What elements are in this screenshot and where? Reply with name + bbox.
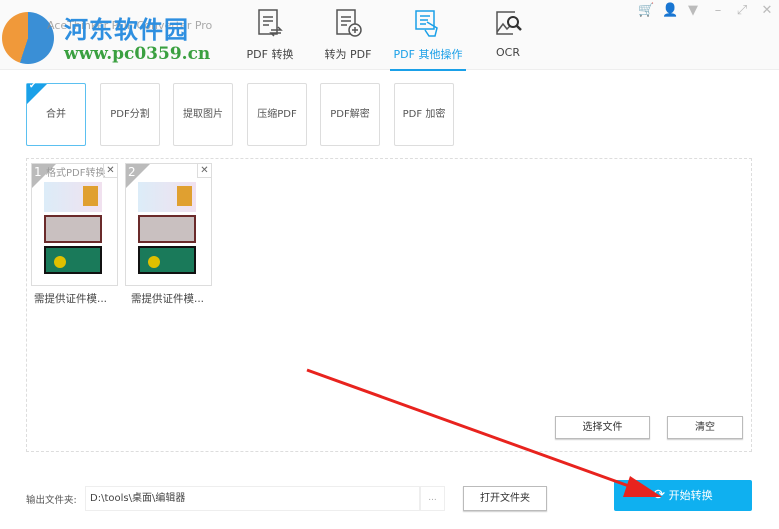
page-thumbnail <box>138 178 196 274</box>
tab-ocr[interactable]: OCR <box>468 8 548 70</box>
ocr-icon <box>496 11 522 35</box>
restore-button[interactable]: ⤢ <box>734 3 750 18</box>
user-icon[interactable]: 👤 <box>662 3 678 18</box>
remove-file-icon[interactable]: ✕ <box>197 164 211 178</box>
watermark-url: www.pc0359.cn <box>64 44 211 64</box>
page-thumbnail <box>44 178 102 274</box>
op-decrypt[interactable]: PDF解密 <box>320 83 380 146</box>
tab-pdf-convert[interactable]: PDF 转换 <box>230 8 310 70</box>
tab-to-pdf[interactable]: 转为 PDF <box>308 8 388 70</box>
browse-button[interactable]: ... <box>420 486 445 511</box>
op-extract-images[interactable]: 提取图片 <box>173 83 233 146</box>
op-split[interactable]: PDF分割 <box>100 83 160 146</box>
pdf-other-icon <box>415 10 438 37</box>
tab-pdf-other[interactable]: PDF 其他操作 <box>388 8 468 71</box>
watermark-text: 河东软件园 <box>64 15 189 44</box>
clear-button[interactable]: 清空 <box>667 416 743 439</box>
file-card[interactable]: 2 ✕ <box>125 163 212 286</box>
op-merge[interactable]: ✔ 合并 <box>26 82 86 146</box>
header: AceThinker PDF Converter Pro 河东软件园 www.p… <box>0 0 779 71</box>
file-name: 需提供证件模... <box>34 293 108 305</box>
output-folder-label: 输出文件夹: <box>26 495 77 506</box>
open-folder-button[interactable]: 打开文件夹 <box>463 486 547 511</box>
start-convert-button[interactable]: ⟳ 开始转换 <box>614 480 752 511</box>
watermark-logo: AceThinker PDF Converter Pro 河东软件园 www.p… <box>2 4 212 64</box>
file-name: 需提供证件模... <box>131 293 205 305</box>
close-button[interactable]: ✕ <box>759 3 775 18</box>
op-encrypt[interactable]: PDF 加密 <box>394 83 454 146</box>
check-icon: ✔ <box>27 82 47 104</box>
menu-icon[interactable]: ▼ <box>685 3 701 18</box>
select-file-button[interactable]: 选择文件 <box>555 416 650 439</box>
refresh-icon: ⟳ <box>653 487 666 503</box>
pdf-convert-icon <box>258 9 283 37</box>
remove-file-icon[interactable]: ✕ <box>103 164 117 178</box>
file-card[interactable]: 1 格式PDF转换 ✕ <box>31 163 118 286</box>
cart-icon[interactable]: 🛒 <box>638 3 654 18</box>
output-path-input[interactable]: D:\tools\桌面\编辑器 <box>85 486 420 511</box>
op-compress[interactable]: 压缩PDF <box>247 83 307 146</box>
minimize-button[interactable]: – <box>710 3 726 18</box>
to-pdf-icon <box>336 9 362 37</box>
